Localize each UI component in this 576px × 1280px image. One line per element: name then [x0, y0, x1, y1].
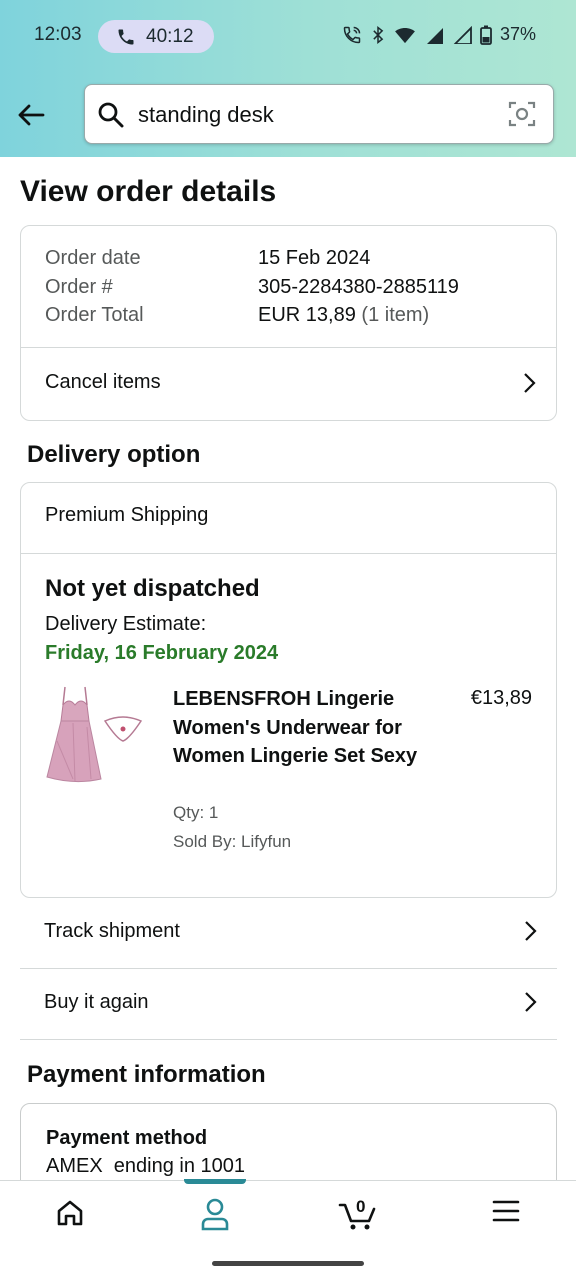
- product-price: €13,89: [470, 687, 532, 709]
- order-date-value: 15 Feb 2024: [258, 247, 371, 269]
- chevron-right-icon: [525, 921, 537, 941]
- call-duration: 40:12: [146, 25, 194, 47]
- order-total-amount: EUR 13,89: [258, 304, 356, 326]
- order-number-label: Order #: [45, 276, 113, 298]
- order-date-label: Order date: [45, 247, 141, 269]
- cart-count-badge: 0: [356, 1197, 366, 1216]
- active-tab-indicator: [184, 1179, 246, 1184]
- menu-icon: [492, 1200, 520, 1222]
- bottom-navigation: 0: [0, 1179, 576, 1280]
- signal-roaming-icon: [426, 27, 443, 44]
- delivery-card: Premium Shipping Not yet dispatched Deli…: [20, 482, 557, 898]
- ongoing-call-pill[interactable]: 40:12: [98, 20, 214, 53]
- wifi-call-icon: [343, 26, 361, 43]
- battery-icon: [480, 25, 492, 45]
- order-summary-card: Order date 15 Feb 2024 Order # 305-22843…: [20, 225, 557, 421]
- search-icon: [98, 102, 124, 128]
- payment-section-title: Payment information: [27, 1061, 266, 1088]
- signal-icon: [453, 25, 472, 44]
- wifi-icon: [395, 27, 415, 43]
- divider: [21, 553, 556, 554]
- track-shipment-label: Track shipment: [44, 920, 180, 942]
- phone-icon: [118, 29, 134, 44]
- nav-account[interactable]: [185, 1197, 245, 1233]
- order-total-value: EUR 13,89 (1 item): [258, 304, 429, 327]
- nav-menu[interactable]: [476, 1197, 536, 1233]
- home-icon: [57, 1200, 83, 1226]
- order-total-label: Order Total: [45, 304, 144, 326]
- gesture-home-bar[interactable]: [212, 1261, 364, 1266]
- camera-search-icon[interactable]: [507, 99, 537, 129]
- payment-method-label: Payment method: [46, 1127, 208, 1149]
- nav-home[interactable]: [40, 1197, 100, 1233]
- shipping-method: Premium Shipping: [45, 504, 209, 526]
- track-shipment-row[interactable]: Track shipment: [20, 898, 557, 969]
- order-item-count: (1 item): [361, 304, 430, 326]
- search-bar[interactable]: standing desk: [84, 84, 554, 144]
- status-time: 12:03: [34, 24, 82, 45]
- chevron-right-icon: [525, 992, 537, 1012]
- search-input[interactable]: standing desk: [138, 102, 274, 128]
- order-number-value: 305-2284380-2885119: [258, 276, 459, 298]
- buy-it-again-row[interactable]: Buy it again: [20, 969, 557, 1040]
- chevron-right-icon: [524, 373, 536, 393]
- back-arrow-icon[interactable]: [16, 100, 46, 130]
- battery-level: 37%: [499, 24, 536, 44]
- status-icons: 37%: [342, 24, 536, 45]
- product-title-link[interactable]: LEBENSFROH Lingerie Women's Underwear fo…: [173, 685, 423, 771]
- header-bar: 12:03 40:12 37% standing desk: [0, 0, 576, 157]
- page-title: View order details: [20, 175, 277, 208]
- cancel-items-row[interactable]: Cancel items: [21, 348, 556, 421]
- delivery-estimate-date: Friday, 16 February 2024: [45, 642, 279, 664]
- delivery-estimate-label: Delivery Estimate:: [45, 613, 207, 635]
- bluetooth-icon: [373, 25, 384, 44]
- status-bar: 12:03 40:12 37%: [0, 0, 576, 72]
- delivery-section-title: Delivery option: [27, 441, 201, 468]
- payment-method-value: AMEX ending in 1001: [46, 1155, 246, 1177]
- account-icon: [201, 1198, 229, 1231]
- buy-it-again-label: Buy it again: [44, 991, 149, 1013]
- product-seller: Sold By: Lifyfun: [173, 832, 292, 851]
- cancel-items-label: Cancel items: [45, 371, 161, 393]
- product-image[interactable]: [43, 683, 147, 787]
- product-quantity: Qty: 1: [173, 803, 219, 822]
- dispatch-status: Not yet dispatched: [45, 575, 260, 602]
